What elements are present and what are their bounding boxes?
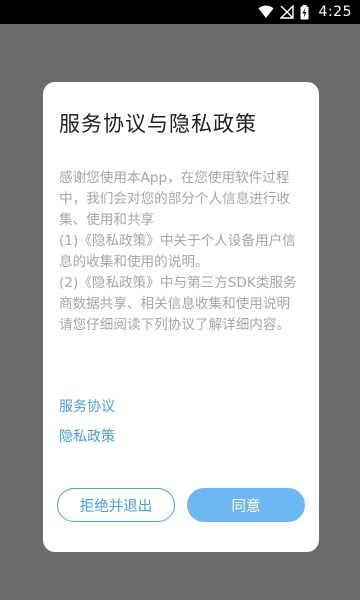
wifi-icon	[258, 5, 274, 19]
dialog-body: 感谢您使用本App，在您使用软件过程中，我们会对您的部分个人信息进行收集、使用和…	[59, 168, 307, 336]
status-bar: 4:25	[0, 0, 360, 24]
intro-paragraph: 感谢您使用本App，在您使用软件过程中，我们会对您的部分个人信息进行收集、使用和…	[59, 170, 291, 228]
read-instruction: 请您仔细阅读下列协议了解详细内容。	[59, 317, 291, 333]
privacy-policy-link[interactable]: 隐私政策	[59, 426, 115, 446]
status-time: 4:25	[318, 4, 352, 20]
privacy-item-1: (1)《隐私政策》中关于个人设备用户信息的收集和使用的说明。	[59, 233, 296, 270]
privacy-item-2: (2)《隐私政策》中与第三方SDK类服务商数据共享、相关信息收集和使用说明	[59, 275, 297, 312]
battery-charging-icon	[300, 4, 309, 20]
agree-button[interactable]: 同意	[187, 488, 305, 522]
reject-and-exit-button[interactable]: 拒绝并退出	[57, 488, 175, 522]
service-agreement-link[interactable]: 服务协议	[59, 396, 115, 416]
dialog-title: 服务协议与隐私政策	[59, 112, 257, 136]
no-signal-icon	[279, 5, 294, 19]
privacy-dialog: 服务协议与隐私政策 感谢您使用本App，在您使用软件过程中，我们会对您的部分个人…	[43, 82, 319, 552]
